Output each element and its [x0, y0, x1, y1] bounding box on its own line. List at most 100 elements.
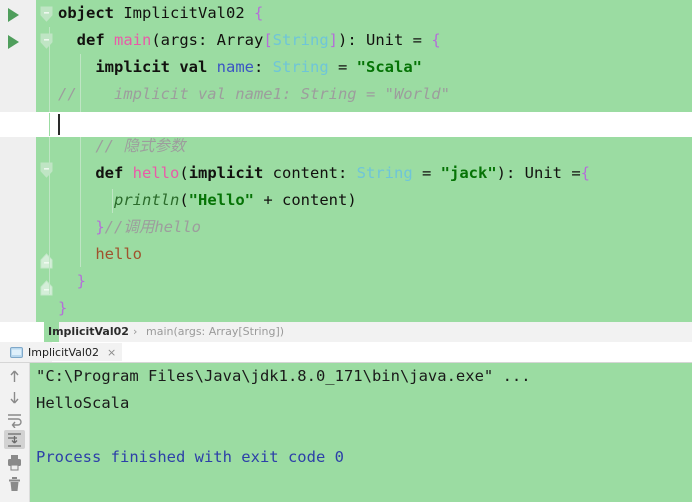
console-icon: [10, 346, 23, 358]
code-token: "Hello": [188, 191, 254, 209]
code-token: implicit: [188, 164, 264, 182]
code-line[interactable]: println("Hello" + content): [58, 187, 692, 214]
code-token: [: [263, 31, 273, 49]
code-line[interactable]: // 隐式参数: [58, 133, 692, 160]
run-tab-label: ImplicitVal02: [28, 345, 99, 359]
breadcrumb-gutter-spacer: [0, 322, 44, 342]
text-caret: [58, 114, 60, 135]
run-tool-window-tabs[interactable]: ImplicitVal02 ×: [0, 342, 692, 363]
console-output[interactable]: "C:\Program Files\Java\jdk1.8.0_171\bin\…: [30, 363, 692, 502]
code-token: name: [216, 58, 254, 76]
code-token: //调用hello: [104, 218, 201, 236]
indent-guide: [49, 113, 50, 136]
console-line-spacer: [30, 417, 692, 444]
code-token: String: [272, 58, 329, 76]
console-line-output: HelloScala: [36, 394, 130, 412]
code-lines[interactable]: object ImplicitVal02 { def main(args: Ar…: [58, 0, 692, 322]
code-token: main: [114, 31, 152, 49]
code-token: "Scala": [356, 58, 422, 76]
code-token: object: [58, 4, 114, 22]
code-token: "jack": [440, 164, 497, 182]
code-token: String: [272, 31, 329, 49]
fold-arrow-icon-end-main[interactable]: [38, 253, 55, 270]
code-line[interactable]: object ImplicitVal02 {: [58, 0, 692, 27]
code-line[interactable]: // implicit val name1: String = "World": [58, 81, 692, 108]
code-line[interactable]: hello: [58, 241, 692, 268]
editor-empty-line-gutter: [0, 112, 36, 137]
code-token: hello: [132, 164, 180, 182]
code-token: hello: [95, 245, 142, 263]
code-token: // 隐式参数: [95, 137, 186, 155]
code-line[interactable]: def hello(implicit content: String = "ja…: [58, 160, 692, 187]
code-token: content:: [263, 164, 357, 182]
soft-wrap-icon[interactable]: [4, 409, 25, 429]
code-token: (args: Array: [151, 31, 264, 49]
code-token: {: [431, 31, 441, 49]
code-token: ): Unit =: [496, 164, 581, 182]
close-icon[interactable]: ×: [107, 346, 116, 359]
code-token: }: [58, 299, 68, 317]
code-token: (: [179, 191, 189, 209]
run-tab-bar-filler: [52, 342, 692, 362]
code-token: def: [76, 31, 105, 49]
code-token: implicit val: [95, 58, 208, 76]
code-line[interactable]: }: [58, 295, 692, 322]
fold-arrow-icon-object[interactable]: [38, 6, 55, 23]
code-token: ImplicitVal02: [114, 4, 254, 22]
run-tab-implicitval02[interactable]: ImplicitVal02 ×: [4, 343, 123, 361]
code-line[interactable]: def main(args: Array[String]): Unit = {: [58, 27, 692, 54]
run-main-method-icon[interactable]: [8, 35, 19, 49]
breadcrumb[interactable]: ImplicitVal02 › main(args: Array[String]…: [0, 322, 692, 342]
code-token: {: [580, 164, 591, 182]
code-token: }: [95, 218, 105, 236]
code-token: {: [253, 4, 264, 22]
print-icon[interactable]: [4, 453, 25, 472]
console-line-command: "C:\Program Files\Java\jdk1.8.0_171\bin\…: [36, 367, 531, 385]
breadcrumb-method[interactable]: main(args: Array[String]): [146, 322, 284, 342]
run-console[interactable]: "C:\Program Files\Java\jdk1.8.0_171\bin\…: [0, 363, 692, 502]
run-object-icon[interactable]: [8, 8, 19, 22]
code-token: println: [114, 191, 180, 209]
breadcrumb-class[interactable]: ImplicitVal02: [48, 322, 129, 342]
editor-empty-line-fold: [36, 112, 58, 137]
fold-arrow-icon-end-object[interactable]: [38, 280, 55, 297]
code-token: =: [328, 58, 357, 76]
code-token: String: [356, 164, 413, 182]
code-token: ): Unit =: [338, 31, 432, 49]
code-token: + content): [254, 191, 357, 209]
arrow-up-icon[interactable]: [4, 367, 25, 386]
arrow-down-icon[interactable]: [4, 388, 25, 407]
breadcrumb-separator-icon: ›: [133, 325, 138, 338]
indent-guide: [49, 27, 50, 294]
code-line[interactable]: }//调用hello: [58, 214, 692, 241]
code-token: =: [412, 164, 441, 182]
code-token: def: [95, 164, 124, 182]
fold-arrow-icon-main[interactable]: [38, 33, 55, 50]
ide-window: object ImplicitVal02 { def main(args: Ar…: [0, 0, 692, 502]
console-line-exit: Process finished with exit code 0: [36, 448, 344, 466]
code-token: ]: [328, 31, 339, 49]
editor-empty-line[interactable]: [0, 112, 692, 137]
code-token: :: [253, 58, 273, 76]
trash-icon[interactable]: [4, 475, 25, 494]
code-line[interactable]: implicit val name: String = "Scala": [58, 54, 692, 81]
code-token: // implicit val name1: String = "World": [58, 85, 450, 103]
code-token: }: [76, 272, 87, 290]
code-editor[interactable]: object ImplicitVal02 { def main(args: Ar…: [0, 0, 692, 322]
console-toolbar[interactable]: [0, 363, 30, 502]
code-token: (: [179, 164, 189, 182]
code-line[interactable]: }: [58, 268, 692, 295]
scroll-to-end-icon[interactable]: [4, 430, 25, 449]
fold-arrow-icon-hello[interactable]: [38, 162, 55, 179]
